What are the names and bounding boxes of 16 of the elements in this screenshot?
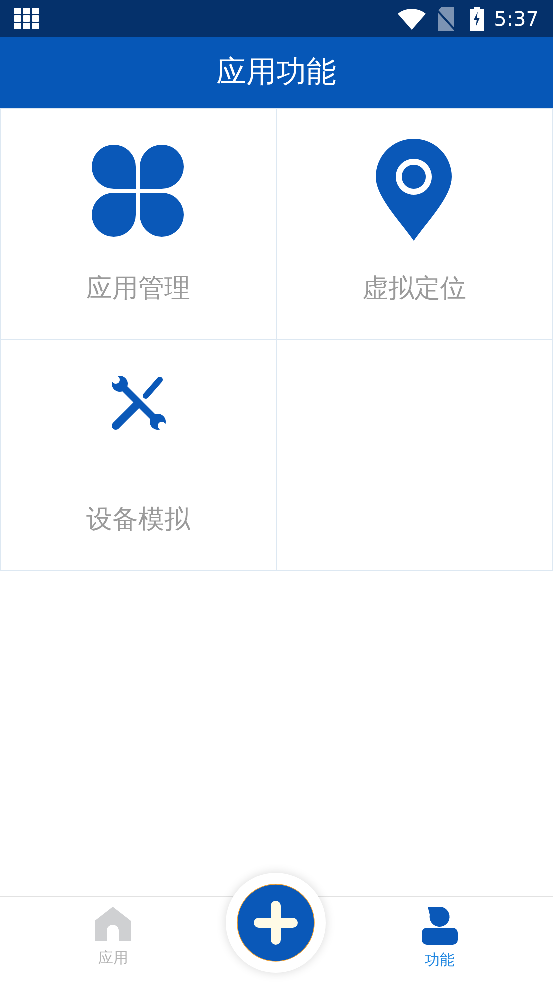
- clock: 5:37: [494, 6, 539, 32]
- four-petal-icon: [92, 145, 184, 237]
- battery-charging-icon: [470, 6, 484, 30]
- grid-icon: [14, 8, 40, 30]
- person-icon: [422, 907, 458, 945]
- home-icon: [95, 907, 132, 943]
- map-pin-icon: [376, 139, 452, 241]
- no-sim-icon: [436, 6, 456, 30]
- header-title: 应用功能: [216, 54, 336, 92]
- feature-tile[interactable]: 设备模拟: [0, 339, 276, 570]
- feature-tile[interactable]: 虚拟定位: [276, 108, 553, 339]
- nav-tab[interactable]: 功能: [326, 897, 553, 983]
- nav-tab[interactable]: 应用: [0, 897, 226, 983]
- plus-icon: [237, 884, 315, 962]
- wifi-icon: [398, 8, 426, 30]
- feature-tile[interactable]: 应用管理: [0, 108, 276, 339]
